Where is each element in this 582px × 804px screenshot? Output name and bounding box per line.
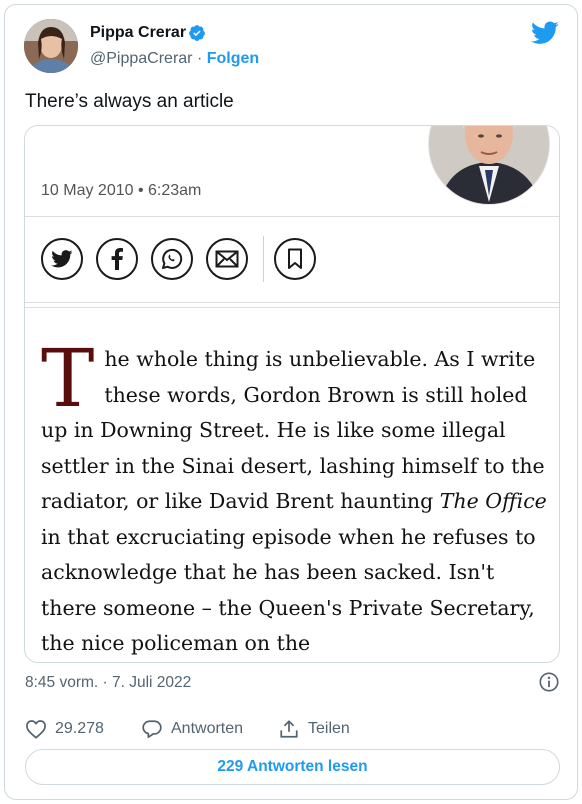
twitter-icon xyxy=(51,250,73,268)
facebook-icon xyxy=(111,248,123,270)
read-replies-button[interactable]: 229 Antworten lesen xyxy=(25,749,560,785)
article-portrait xyxy=(429,126,549,204)
whatsapp-icon xyxy=(162,248,183,269)
article-body: The whole thing is unbelievable. As I wr… xyxy=(41,332,556,662)
divider xyxy=(25,302,559,303)
like-count: 29.278 xyxy=(55,720,104,737)
article-embed[interactable]: 10 May 2010 • 6:23am T he whole thing is… xyxy=(24,125,560,663)
handle-row: @PippaCrerar · Folgen xyxy=(90,50,259,68)
divider xyxy=(25,216,559,217)
share-email-button[interactable] xyxy=(206,238,248,280)
share-twitter-button[interactable] xyxy=(41,238,83,280)
bookmark-icon xyxy=(288,248,302,269)
heart-icon xyxy=(26,720,46,739)
action-bar: 29.278 Antworten Teilen xyxy=(5,715,577,743)
verified-badge-icon xyxy=(189,25,205,41)
author-name[interactable]: Pippa Crerar xyxy=(90,24,186,42)
article-italic-title: The Office xyxy=(439,489,547,513)
reply-button[interactable]: Antworten xyxy=(141,715,243,743)
reply-label: Antworten xyxy=(171,720,244,737)
divider xyxy=(25,307,559,308)
share-label: Teilen xyxy=(308,720,350,737)
handle-separator: · xyxy=(192,50,207,67)
share-facebook-button[interactable] xyxy=(96,238,138,280)
article-text-continued: in that excruciating episode when he ref… xyxy=(41,524,536,656)
email-icon xyxy=(215,250,239,268)
tweet-text: There’s always an article xyxy=(25,91,234,112)
avatar[interactable] xyxy=(24,19,78,73)
article-date: 10 May 2010 • 6:23am xyxy=(41,182,202,199)
tweet-timestamp[interactable]: 8:45 vorm. · 7. Juli 2022 xyxy=(25,674,191,692)
share-whatsapp-button[interactable] xyxy=(151,238,193,280)
article-paragraph: The whole thing is unbelievable. As I wr… xyxy=(41,332,556,662)
author-handle[interactable]: @PippaCrerar xyxy=(90,50,193,67)
share-upload-icon xyxy=(280,720,298,738)
tweet-card: Pippa Crerar @PippaCrerar · Folgen There… xyxy=(4,4,578,800)
share-button[interactable]: Teilen xyxy=(278,715,350,743)
like-button[interactable]: 29.278 xyxy=(25,715,104,743)
bookmark-button[interactable] xyxy=(274,238,316,280)
info-icon[interactable] xyxy=(538,671,560,693)
drop-cap: T xyxy=(41,332,95,425)
reply-bubble-icon xyxy=(142,720,162,739)
twitter-logo-icon[interactable] xyxy=(531,21,559,45)
follow-button[interactable]: Folgen xyxy=(207,50,259,67)
share-divider xyxy=(263,236,264,282)
